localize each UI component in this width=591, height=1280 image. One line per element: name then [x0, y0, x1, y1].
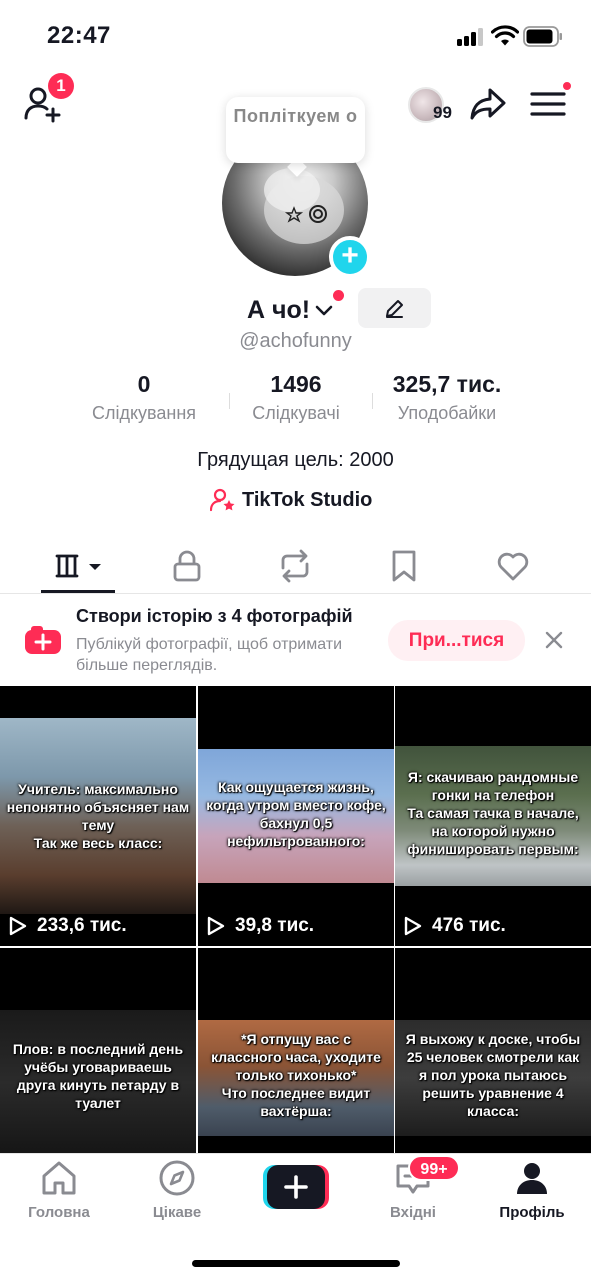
signal-icon: [457, 28, 485, 46]
name-notification-dot: [333, 290, 344, 301]
stat-following-label: Слідкування: [91, 403, 197, 423]
play-icon: [404, 916, 422, 936]
profile-icon: [517, 1163, 547, 1194]
video-tile[interactable]: Учитель: максимально непонятно объясняет…: [0, 686, 196, 946]
profile-tabs: [0, 540, 591, 592]
banner-action-button[interactable]: При...тися: [388, 620, 525, 661]
banner-title: Створи історію з 4 фотографій: [76, 606, 353, 626]
video-views-count: 233,6 тис.: [37, 915, 127, 936]
stat-followers-label: Слідкувачі: [252, 403, 340, 423]
edit-profile-button[interactable]: [358, 288, 431, 328]
nav-discover-label: Цікаве: [152, 1204, 202, 1221]
home-indicator: [192, 1260, 400, 1267]
video-views: 233,6 тис.: [8, 915, 127, 937]
video-views-count: 476 тис.: [432, 915, 506, 936]
video-caption: Плов: в последний день учёбы уговариваеш…: [12, 1041, 184, 1111]
video-views: 39,8 тис.: [206, 915, 314, 937]
photo-story-icon: [25, 626, 61, 654]
play-icon: [9, 916, 27, 936]
profile-bio: Грядущая цель: 2000: [197, 449, 394, 471]
video-views: 476 тис.: [403, 915, 506, 937]
home-icon: [42, 1161, 76, 1195]
name-row[interactable]: А чо!: [247, 293, 334, 327]
note-bubble[interactable]: Попліткуем о: [226, 97, 365, 163]
video-views-count: 39,8 тис.: [235, 915, 315, 936]
username: @achofunny: [239, 330, 352, 352]
tab-private[interactable]: [171, 548, 203, 584]
add-friend-badge: 1: [48, 73, 74, 99]
tab-favorites[interactable]: [391, 548, 417, 584]
video-caption: Как ощущается жизнь, когда утром вместо …: [206, 779, 386, 849]
nav-profile-label: Профіль: [499, 1204, 565, 1221]
status-bar: 22:47: [0, 0, 591, 70]
video-caption: *Я отпущу вас с классного часа, уходите …: [211, 1031, 381, 1119]
tiktok-studio-link[interactable]: TikTok Studio: [210, 488, 372, 512]
video-caption: Я: скачиваю рандомные гонки на телефон Т…: [407, 769, 579, 857]
play-icon: [207, 916, 225, 936]
studio-label: TikTok Studio: [242, 488, 373, 511]
display-name: А чо!: [247, 295, 311, 324]
video-tile[interactable]: Я: скачиваю рандомные гонки на телефон Т…: [395, 686, 591, 946]
stat-followers[interactable]: 1496 Слідкувачі: [226, 371, 366, 424]
tab-liked[interactable]: [496, 548, 530, 584]
menu-notification-dot: [561, 80, 573, 92]
tab-videos[interactable]: [55, 548, 105, 584]
nav-profile[interactable]: Профіль: [477, 1158, 587, 1221]
banner-subtitle: Публікуй фотографії, щоб отримати більше…: [76, 636, 343, 674]
studio-icon: [210, 488, 235, 512]
stat-likes-value: 325,7 тис.: [392, 371, 502, 397]
stat-followers-value: 1496: [270, 371, 322, 397]
close-icon[interactable]: [543, 629, 565, 651]
video-caption: Я выхожу к доске, чтобы 25 человек смотр…: [405, 1031, 581, 1119]
nav-home[interactable]: Головна: [4, 1158, 114, 1221]
status-time: 22:47: [47, 22, 111, 49]
video-tile[interactable]: Как ощущается жизнь, когда утром вместо …: [198, 686, 394, 946]
wifi-icon: [491, 25, 519, 46]
menu-icon[interactable]: [530, 88, 566, 120]
share-icon[interactable]: [469, 86, 507, 122]
story-count: 99: [433, 103, 452, 122]
chevron-down-icon: [315, 305, 333, 316]
battery-icon: [523, 26, 562, 47]
stat-likes[interactable]: 325,7 тис. Уподобайки: [372, 371, 522, 424]
inbox-badge: 99+: [408, 1155, 460, 1181]
nav-home-label: Головна: [28, 1204, 90, 1221]
stat-likes-label: Уподобайки: [397, 403, 497, 423]
edit-icon: [386, 300, 403, 318]
nav-discover[interactable]: Цікаве: [122, 1158, 232, 1221]
stat-following-value: 0: [137, 371, 151, 397]
nav-inbox-label: Вхідні: [390, 1204, 436, 1221]
add-story-button[interactable]: +: [329, 236, 371, 278]
tab-reposts[interactable]: [277, 548, 313, 584]
stat-following[interactable]: 0 Слідкування: [74, 371, 214, 424]
create-button[interactable]: [263, 1165, 329, 1209]
video-caption: Учитель: максимально непонятно объясняет…: [6, 781, 190, 851]
video-grid: Учитель: максимально непонятно объясняет…: [0, 686, 591, 1208]
compass-icon: [159, 1160, 195, 1196]
